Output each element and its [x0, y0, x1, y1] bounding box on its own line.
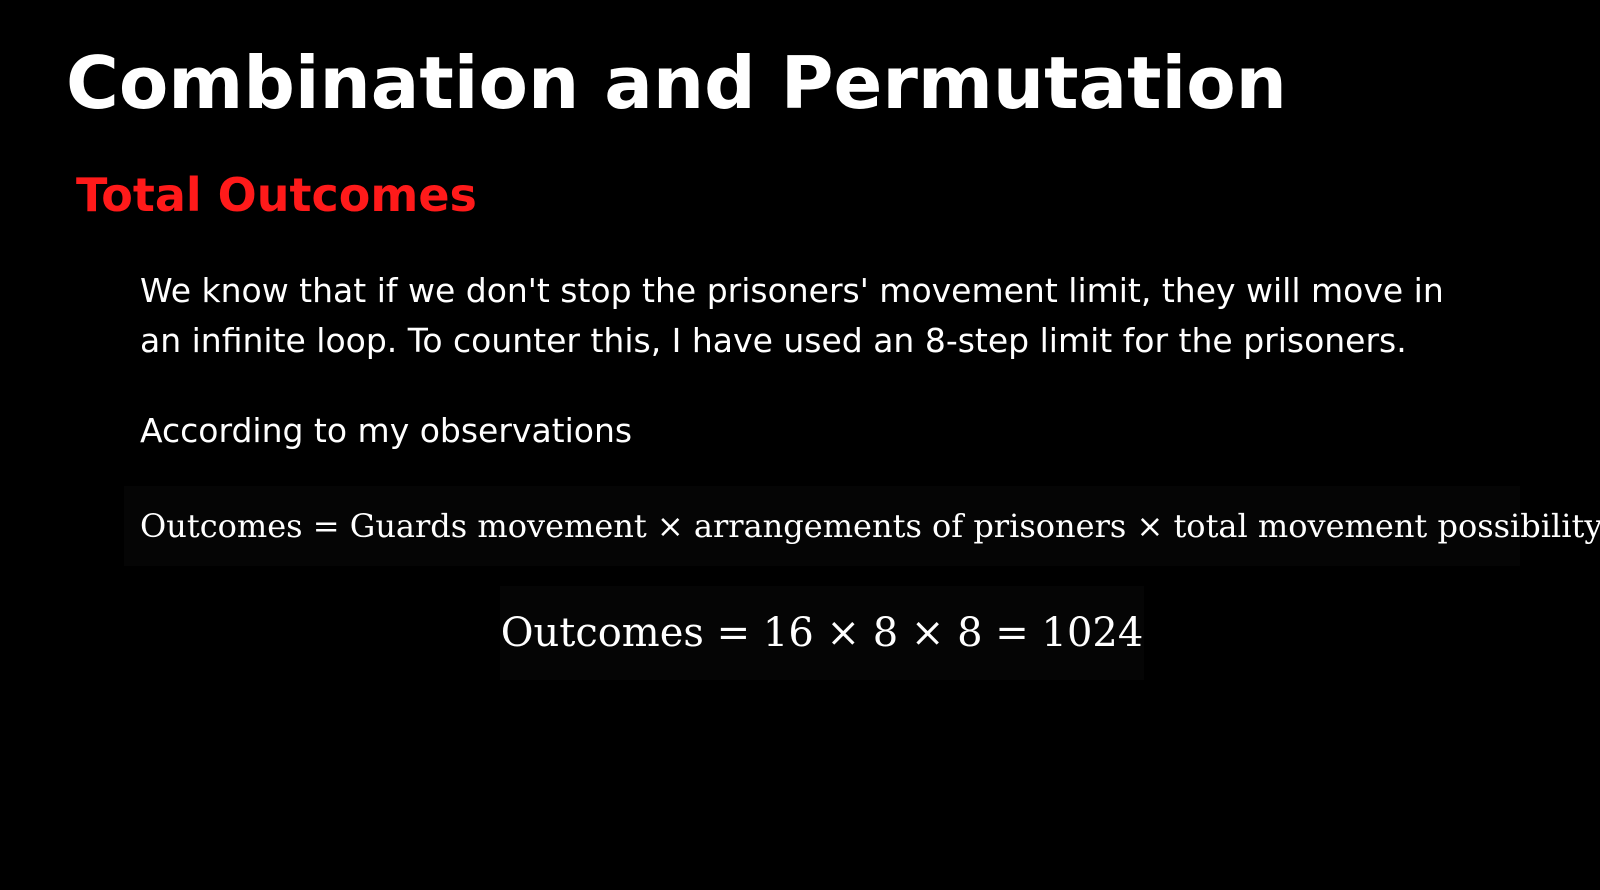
- result-block: Outcomes = 16 × 8 × 8 = 1024: [500, 586, 1144, 680]
- section-heading: Total Outcomes: [76, 168, 477, 222]
- outcomes-formula: Outcomes = Guards movement × arrangement…: [140, 507, 1600, 545]
- explanation-paragraph: We know that if we don't stop the prison…: [140, 271, 1444, 360]
- observations-label: According to my observations: [140, 411, 633, 450]
- outcomes-result: Outcomes = 16 × 8 × 8 = 1024: [500, 610, 1144, 656]
- slide-title: Combination and Permutation: [66, 41, 1287, 125]
- formula-block: Outcomes = Guards movement × arrangement…: [124, 486, 1600, 566]
